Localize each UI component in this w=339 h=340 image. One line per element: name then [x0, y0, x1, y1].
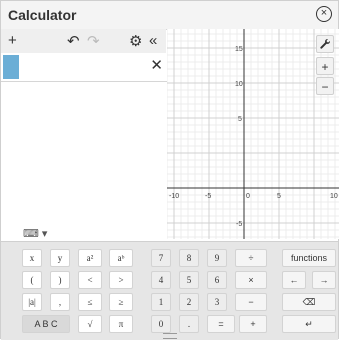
key-greater-than[interactable]: >: [109, 271, 133, 289]
expression-list: ✕: [1, 53, 168, 227]
key-open-paren[interactable]: (: [22, 271, 42, 289]
add-item-button[interactable]: +: [8, 32, 17, 49]
key-7[interactable]: 7: [151, 249, 171, 267]
key-a-power[interactable]: aᵇ: [109, 249, 133, 267]
expression-color-tab[interactable]: [3, 55, 19, 79]
key-5[interactable]: 5: [179, 271, 199, 289]
functions-button[interactable]: functions: [282, 249, 336, 267]
key-divide[interactable]: ÷: [235, 249, 267, 267]
x-tick-label: 10: [330, 193, 338, 200]
key-equals[interactable]: =: [207, 315, 235, 333]
key-greater-equal[interactable]: ≥: [109, 293, 133, 311]
zoom-in-button[interactable]: +: [316, 57, 334, 75]
key-8[interactable]: 8: [179, 249, 199, 267]
wrench-icon[interactable]: [316, 35, 334, 53]
y-tick-label: 5: [238, 116, 242, 123]
key-decimal[interactable]: .: [179, 315, 199, 333]
key-sqrt[interactable]: √: [78, 315, 102, 333]
zoom-out-button[interactable]: −: [316, 77, 334, 95]
y-tick-label: 15: [235, 46, 243, 53]
calculator-window: Calculator × + ↶ ↷ ⚙ « ✕ -10 -5 0 5 10 1…: [0, 0, 339, 340]
key-x[interactable]: x: [22, 249, 42, 267]
key-less-than[interactable]: <: [78, 271, 102, 289]
key-4[interactable]: 4: [151, 271, 171, 289]
key-pi[interactable]: π: [109, 315, 133, 333]
x-tick-label: 0: [246, 193, 250, 200]
key-3[interactable]: 3: [207, 293, 227, 311]
redo-button[interactable]: ↷: [87, 32, 100, 50]
graph-paper[interactable]: -10 -5 0 5 10 15 10 5 -5: [167, 29, 339, 239]
title-bar: Calculator ×: [1, 1, 338, 30]
right-arrow-key[interactable]: →: [312, 271, 336, 289]
abc-keyboard-button[interactable]: A B C: [22, 315, 70, 333]
key-0[interactable]: 0: [151, 315, 171, 333]
expression-input[interactable]: [21, 54, 151, 80]
delete-expression-icon[interactable]: ✕: [150, 56, 163, 74]
keypad: x y a² aᵇ 7 8 9 ÷ functions ( ) < > 4 5 …: [1, 241, 338, 340]
key-1[interactable]: 1: [151, 293, 171, 311]
key-close-paren[interactable]: ): [50, 271, 70, 289]
key-2[interactable]: 2: [179, 293, 199, 311]
key-plus[interactable]: +: [239, 315, 267, 333]
y-tick-label: 10: [235, 81, 243, 88]
key-6[interactable]: 6: [207, 271, 227, 289]
resize-handle[interactable]: [163, 333, 177, 339]
key-9[interactable]: 9: [207, 249, 227, 267]
left-arrow-key[interactable]: ←: [282, 271, 306, 289]
expression-row[interactable]: ✕: [1, 53, 167, 82]
key-multiply[interactable]: ×: [235, 271, 267, 289]
x-tick-label: -10: [169, 193, 179, 200]
x-tick-label: 5: [277, 193, 281, 200]
window-title: Calculator: [8, 7, 77, 23]
key-less-equal[interactable]: ≤: [78, 293, 102, 311]
key-abs[interactable]: |a|: [22, 293, 42, 311]
graph-svg: -10 -5 0 5 10 15 10 5 -5: [167, 29, 339, 239]
enter-icon[interactable]: ↵: [282, 315, 336, 333]
expression-toolbar: + ↶ ↷ ⚙ «: [1, 29, 166, 54]
settings-gear-icon[interactable]: ⚙: [129, 32, 142, 50]
x-tick-label: -5: [205, 193, 211, 200]
close-icon[interactable]: ×: [316, 6, 332, 22]
key-a-squared[interactable]: a²: [78, 249, 102, 267]
undo-button[interactable]: ↶: [67, 32, 80, 50]
y-tick-label: -5: [236, 221, 242, 228]
key-comma[interactable]: ,: [50, 293, 70, 311]
key-y[interactable]: y: [50, 249, 70, 267]
backspace-icon[interactable]: ⌫: [282, 293, 336, 311]
collapse-list-button[interactable]: «: [149, 32, 157, 49]
key-minus[interactable]: −: [235, 293, 267, 311]
keyboard-toggle[interactable]: ⌨ ▾: [23, 227, 53, 241]
wrench-glyph: [320, 38, 331, 49]
